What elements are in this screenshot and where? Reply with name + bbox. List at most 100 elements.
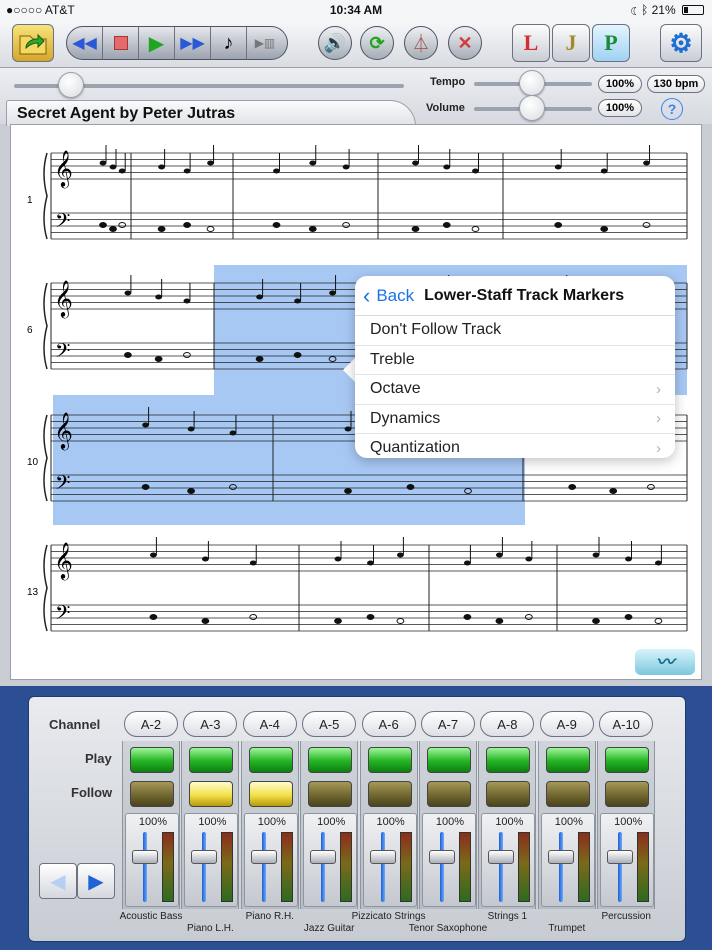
volume-button[interactable]: 🔊: [318, 26, 352, 60]
menu-item-label: Quantization: [370, 439, 460, 457]
position-slider-knob[interactable]: [58, 72, 84, 98]
status-bar: ●○○○○ AT&T 10:34 AM ☾ ᛒ 21%: [0, 0, 712, 20]
channel-button[interactable]: A-7: [421, 711, 475, 737]
fader-handle[interactable]: [132, 850, 158, 864]
speaker-icon: 🔊: [323, 32, 347, 53]
play-toggle[interactable]: [367, 747, 412, 773]
fader-handle[interactable]: [250, 850, 277, 864]
channel-button[interactable]: A-4: [242, 711, 297, 737]
play-toggle[interactable]: [189, 747, 234, 773]
jazz-button[interactable]: J: [552, 24, 590, 62]
channel-strip: 100%: [300, 741, 359, 909]
metronome-icon: ⏃: [412, 34, 430, 54]
play-toggle[interactable]: [130, 747, 174, 773]
menu-item[interactable]: Octave ›: [355, 375, 675, 405]
fader-track[interactable]: [202, 832, 207, 902]
fader-track[interactable]: [261, 832, 266, 902]
notehead: [342, 222, 351, 228]
notehead: [99, 160, 107, 166]
follow-toggle[interactable]: [545, 781, 590, 807]
fader-track[interactable]: [499, 832, 504, 902]
fader-track[interactable]: [321, 832, 326, 902]
channel-button[interactable]: A-3: [183, 711, 238, 737]
play-toggle[interactable]: [248, 747, 293, 773]
channel-button[interactable]: A-5: [302, 711, 357, 737]
play-toggle[interactable]: [427, 747, 471, 773]
follow-toggle[interactable]: [367, 781, 412, 807]
fader-handle[interactable]: [547, 850, 574, 864]
notehead: [109, 164, 117, 170]
fader-handle[interactable]: [191, 850, 218, 864]
notehead: [334, 556, 342, 562]
notehead: [229, 430, 237, 436]
notehead: [255, 356, 264, 362]
menu-item[interactable]: Dynamics ›: [355, 405, 675, 434]
notehead: [472, 168, 479, 174]
fader-track[interactable]: [440, 832, 444, 902]
chevron-right-icon: ›: [656, 439, 661, 457]
play-toggle[interactable]: [545, 747, 590, 773]
treble-clef-icon: 𝄞: [54, 411, 73, 450]
fader-handle[interactable]: [429, 850, 455, 864]
piano-button[interactable]: P: [592, 24, 630, 62]
channel-button[interactable]: A-6: [361, 711, 416, 737]
follow-toggle[interactable]: [308, 781, 353, 807]
fader-handle[interactable]: [488, 850, 515, 864]
fader-track[interactable]: [618, 832, 623, 902]
fader-track[interactable]: [558, 832, 563, 902]
notehead: [592, 552, 600, 558]
metronome-button[interactable]: ⏃: [404, 26, 438, 60]
channel-button[interactable]: A-8: [480, 711, 535, 737]
bass-clef-icon: 𝄢: [55, 471, 70, 499]
follow-toggle[interactable]: [605, 781, 650, 807]
notehead: [187, 426, 195, 432]
channel-strip: 100%: [419, 741, 477, 909]
follow-toggle[interactable]: [427, 781, 471, 807]
play-button[interactable]: ▶: [139, 27, 175, 59]
fader-track[interactable]: [143, 832, 147, 902]
fader-handle[interactable]: [607, 850, 634, 864]
fader-handle[interactable]: [310, 850, 337, 864]
notehead: [525, 556, 533, 562]
notehead: [256, 294, 263, 300]
menu-item[interactable]: Quantization ›: [355, 434, 675, 458]
loop-button[interactable]: ⟳: [360, 26, 394, 60]
cancel-marks-button[interactable]: ✕: [448, 26, 482, 60]
volume-fader: 100%: [422, 813, 476, 907]
previous-channels-button[interactable]: ◀: [39, 863, 77, 899]
rewind-button[interactable]: ◀◀: [67, 27, 103, 59]
menu-item[interactable]: Treble: [355, 346, 675, 375]
notehead: [308, 226, 317, 232]
follow-toggle[interactable]: [130, 781, 174, 807]
left-hand-button[interactable]: L: [512, 24, 550, 62]
fader-handle[interactable]: [369, 850, 396, 864]
settings-button[interactable]: ⚙: [660, 24, 702, 62]
piano-play-button[interactable]: ▶▥: [247, 27, 283, 59]
fader-track[interactable]: [380, 832, 385, 902]
channel-button[interactable]: A-9: [539, 711, 594, 737]
follow-toggle[interactable]: [248, 781, 293, 807]
menu-item-label: Treble: [370, 350, 415, 368]
rewind-icon: ◀◀: [72, 35, 97, 52]
follow-toggle[interactable]: [189, 781, 234, 807]
tempo-slider-knob[interactable]: [519, 70, 545, 96]
open-file-button[interactable]: [12, 24, 54, 62]
play-toggle[interactable]: [486, 747, 531, 773]
follow-toggle[interactable]: [486, 781, 531, 807]
help-icon[interactable]: ?: [661, 98, 683, 120]
song-title: Secret Agent by Peter Jutras: [6, 100, 416, 126]
play-toggle[interactable]: [308, 747, 353, 773]
stop-button[interactable]: [103, 27, 139, 59]
fast-forward-button[interactable]: ▶▶: [175, 27, 211, 59]
next-channels-button[interactable]: ▶: [77, 863, 115, 899]
channel-button[interactable]: A-10: [599, 711, 654, 737]
channel-button[interactable]: A-2: [124, 711, 178, 737]
volume-fader: 100%: [184, 813, 239, 907]
menu-item[interactable]: Don't Follow Track: [355, 316, 675, 346]
note-button[interactable]: ♪: [211, 27, 247, 59]
notehead: [524, 614, 533, 620]
play-toggle[interactable]: [605, 747, 650, 773]
notehead: [397, 552, 404, 558]
back-button[interactable]: ‹ Back: [363, 283, 414, 309]
volume-slider-knob[interactable]: [519, 95, 545, 121]
